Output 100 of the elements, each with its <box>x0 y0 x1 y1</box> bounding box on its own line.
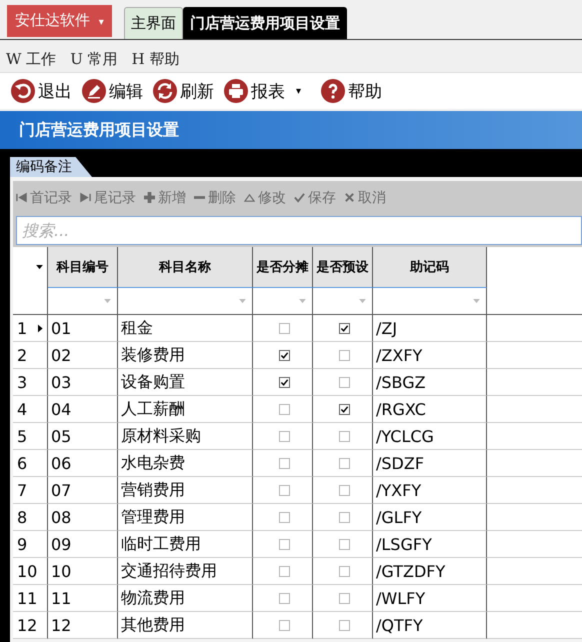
row-header[interactable]: 8 <box>13 504 48 531</box>
filter-dropdown-icon[interactable] <box>359 298 366 304</box>
row-header[interactable]: 3 <box>13 369 48 396</box>
pencil-icon <box>82 79 106 103</box>
cross-icon <box>344 192 355 203</box>
checkbox[interactable] <box>278 592 290 604</box>
row-header[interactable]: 9 <box>13 531 48 558</box>
table-cell: 06 <box>48 450 118 477</box>
window-title: 门店营运费用项目设置 <box>19 120 179 140</box>
window-tab[interactable]: 门店营运费用项目设置 <box>182 7 347 39</box>
toolbar-button[interactable]: 报表 ▾ <box>221 79 314 103</box>
checkbox[interactable] <box>338 404 350 414</box>
filter-dropdown-icon[interactable] <box>104 298 111 304</box>
checkbox[interactable] <box>278 620 290 630</box>
table-cell: 11 <box>48 585 118 612</box>
table-cell: 12 <box>48 612 118 639</box>
row-header[interactable]: 4 <box>13 396 48 423</box>
checkbox[interactable] <box>338 458 350 468</box>
table-cell: /SBGZ <box>373 369 487 396</box>
checkbox[interactable] <box>278 512 290 522</box>
toolbar-button[interactable]: 退出 <box>8 79 75 103</box>
column-header[interactable]: 是否预设 <box>313 247 373 288</box>
checkbox[interactable] <box>338 538 350 550</box>
printer-icon <box>224 79 248 103</box>
table-cell: 租金 <box>118 315 253 342</box>
table-cell: 物流费用 <box>118 585 253 612</box>
row-header[interactable]: 12 <box>13 612 48 639</box>
table-cell: 装修费用 <box>118 342 253 369</box>
menu-item[interactable]: W 工作 <box>6 50 56 68</box>
menu-item[interactable]: H 帮助 <box>132 50 180 68</box>
filter-dropdown-icon[interactable] <box>473 298 480 304</box>
toolbar-button[interactable]: 编辑 <box>79 79 146 103</box>
row-number: 4 <box>17 400 28 418</box>
first-record-icon <box>16 192 27 203</box>
row-number: 11 <box>17 588 37 608</box>
checkbox[interactable] <box>278 458 290 468</box>
row-header[interactable]: 10 <box>13 558 48 585</box>
checkbox[interactable] <box>338 620 350 630</box>
last-record-icon <box>80 192 91 203</box>
checkbox[interactable] <box>338 430 350 442</box>
toolbar-button[interactable]: 帮助 <box>318 79 386 103</box>
tab[interactable]: 编码备注 <box>10 157 92 177</box>
table-cell: 03 <box>48 369 118 396</box>
row-number: 6 <box>17 454 28 472</box>
refresh-icon <box>153 79 177 103</box>
checkbox[interactable] <box>278 566 290 576</box>
table-cell: 管理费用 <box>118 504 253 531</box>
table-cell: 04 <box>48 396 118 423</box>
checkbox[interactable] <box>338 350 350 360</box>
table-cell: /GLFY <box>373 504 487 531</box>
checkbox[interactable] <box>278 484 290 496</box>
table-cell: /QTFY <box>373 612 487 639</box>
checkbox[interactable] <box>338 566 350 576</box>
checkbox[interactable] <box>338 322 350 334</box>
table-cell: /ZJ <box>373 315 487 342</box>
table-cell: 营销费用 <box>118 477 253 504</box>
table-cell: /YCLCG <box>373 423 487 450</box>
row-header[interactable]: 2 <box>13 342 48 369</box>
table-cell: 临时工费用 <box>118 531 253 558</box>
row-number: 8 <box>17 508 28 526</box>
checkbox[interactable] <box>278 376 290 388</box>
dropdown-arrow-icon[interactable] <box>36 265 43 270</box>
plus-icon <box>144 192 155 203</box>
table-cell: /SDZF <box>373 450 487 477</box>
table-cell: 原材料采购 <box>118 423 253 450</box>
app-menu-button[interactable]: 安仕达软件 ▾ <box>7 4 112 36</box>
checkbox[interactable] <box>338 376 350 388</box>
row-header[interactable]: 5 <box>13 423 48 450</box>
checkbox[interactable] <box>278 322 290 334</box>
checkbox[interactable] <box>278 538 290 550</box>
table-cell: /WLFY <box>373 585 487 612</box>
checkbox[interactable] <box>278 430 290 442</box>
column-header[interactable]: 助记码 <box>373 247 487 288</box>
help-icon <box>321 79 346 103</box>
row-header[interactable]: 11 <box>13 585 48 612</box>
column-header[interactable]: 是否分摊 <box>253 247 313 288</box>
search-field[interactable]: 搜索... <box>16 216 582 245</box>
filter-dropdown-icon[interactable] <box>239 298 246 304</box>
column-header[interactable]: 科目名称 <box>118 247 253 288</box>
checkbox[interactable] <box>338 592 350 604</box>
checkbox[interactable] <box>338 512 350 522</box>
toolbar-button[interactable]: 刷新 <box>150 79 217 103</box>
row-number: 3 <box>17 372 28 392</box>
row-number: 1 <box>17 318 28 338</box>
table-cell: 其他费用 <box>118 612 253 639</box>
table-cell: 01 <box>48 315 118 342</box>
checkbox[interactable] <box>338 484 350 496</box>
row-header[interactable]: 1 <box>13 315 48 342</box>
row-header[interactable]: 7 <box>13 477 48 504</box>
row-number: 7 <box>17 480 28 500</box>
menu-item[interactable]: U 常用 <box>70 50 118 68</box>
table-cell: /LSGFY <box>373 531 487 558</box>
checkbox[interactable] <box>278 350 290 360</box>
table-cell: 09 <box>48 531 118 558</box>
filter-dropdown-icon[interactable] <box>299 298 306 304</box>
window-tab[interactable]: 主界面 <box>124 7 183 39</box>
row-header[interactable]: 6 <box>13 450 48 477</box>
column-header[interactable]: 科目编号 <box>48 247 118 288</box>
checkbox[interactable] <box>278 404 290 414</box>
row-number: 10 <box>17 562 37 580</box>
